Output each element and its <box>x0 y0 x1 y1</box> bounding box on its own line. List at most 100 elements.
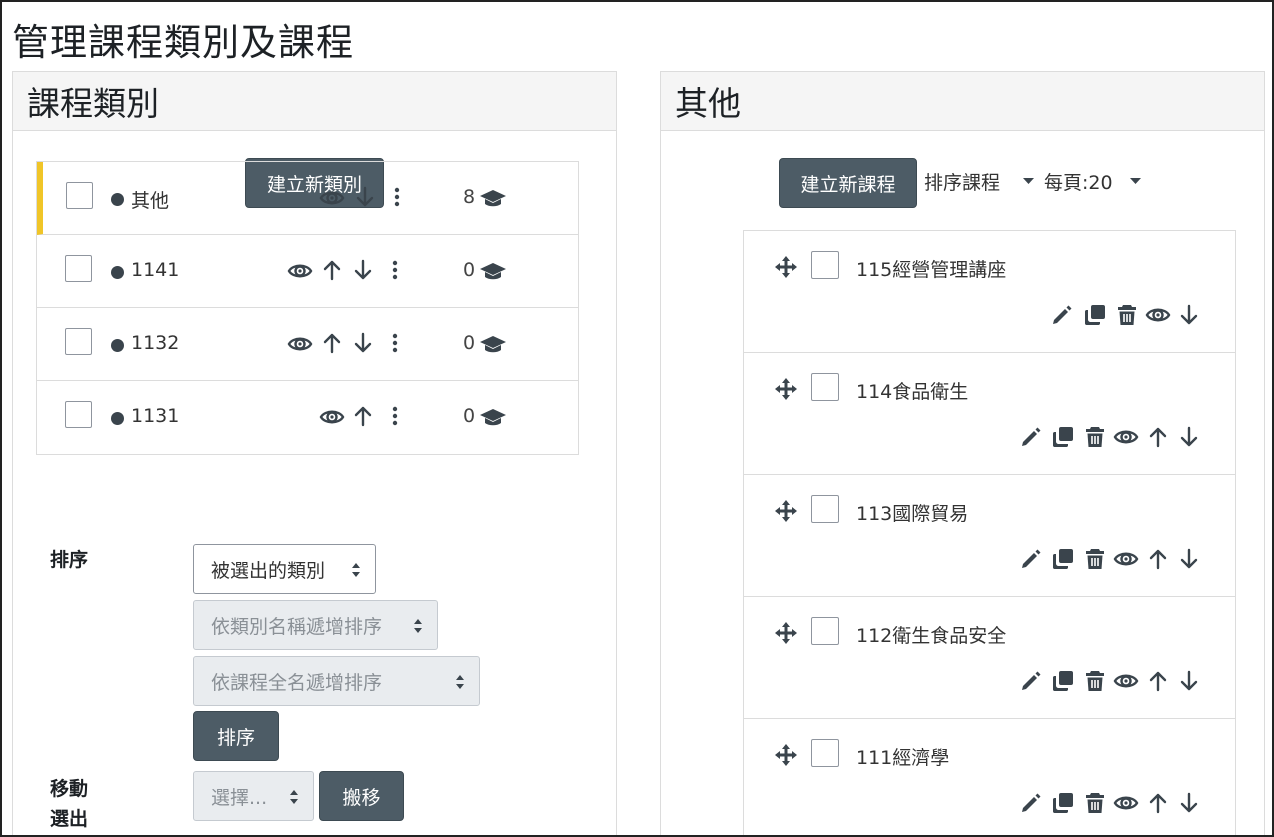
category-name[interactable]: 1141 <box>131 259 179 281</box>
category-name[interactable]: 1131 <box>131 405 179 427</box>
move-handle-icon[interactable] <box>774 743 798 767</box>
edit-icon[interactable] <box>1020 670 1042 692</box>
more-icon[interactable] <box>392 333 398 353</box>
course-sort-select[interactable]: 依課程全名遞增排序 <box>193 656 480 706</box>
arrow-up-icon[interactable] <box>1149 792 1167 814</box>
delete-icon[interactable] <box>1085 426 1105 448</box>
edit-icon[interactable] <box>1051 304 1073 326</box>
move-label-line2: 選出 <box>50 808 89 830</box>
course-row[interactable]: 111經濟學 <box>744 719 1235 835</box>
arrow-up-icon[interactable] <box>1149 670 1167 692</box>
course-sort-controls: 排序課程 每頁:20 <box>924 168 1141 195</box>
course-list: 115經營管理講座 114食品衛生 113國際貿易 112衛生食品安全 111經… <box>743 230 1236 835</box>
category-checkbox[interactable] <box>65 328 92 355</box>
eye-icon[interactable] <box>1113 791 1139 815</box>
more-icon[interactable] <box>394 187 400 207</box>
eye-icon[interactable] <box>319 405 345 429</box>
caret-down-icon[interactable] <box>1129 177 1142 185</box>
eye-icon[interactable] <box>1113 425 1139 449</box>
eye-icon[interactable] <box>319 186 345 210</box>
course-row[interactable]: 114食品衛生 <box>744 353 1235 475</box>
move-target-value: 選擇... <box>211 786 268 809</box>
course-checkbox[interactable] <box>811 495 839 523</box>
course-checkbox[interactable] <box>811 617 839 645</box>
graduation-cap-icon <box>479 334 507 354</box>
arrow-down-icon[interactable] <box>354 332 372 354</box>
arrow-down-icon[interactable] <box>1180 792 1198 814</box>
copy-icon[interactable] <box>1052 670 1074 692</box>
edit-icon[interactable] <box>1020 548 1042 570</box>
category-checkbox[interactable] <box>65 255 92 282</box>
course-row[interactable]: 112衛生食品安全 <box>744 597 1235 719</box>
arrow-up-icon[interactable] <box>1149 548 1167 570</box>
move-target-select[interactable]: 選擇... <box>193 771 314 821</box>
category-name[interactable]: 1132 <box>131 332 179 354</box>
page-frame: 管理課程類別及課程 課程類別 建立新類別 其他 8 1141 0 1132 0 … <box>0 0 1274 837</box>
more-icon[interactable] <box>392 406 398 426</box>
arrow-down-icon[interactable] <box>1180 548 1198 570</box>
category-row[interactable]: 1141 0 <box>37 235 578 308</box>
graduation-cap-icon <box>479 188 507 208</box>
edit-icon[interactable] <box>1020 792 1042 814</box>
move-handle-icon[interactable] <box>774 377 798 401</box>
copy-icon[interactable] <box>1052 792 1074 814</box>
copy-icon[interactable] <box>1084 304 1106 326</box>
eye-icon[interactable] <box>287 332 313 356</box>
category-sort-select[interactable]: 依類別名稱遞增排序 <box>193 600 438 650</box>
course-checkbox[interactable] <box>811 373 839 401</box>
course-sort-value: 依課程全名遞增排序 <box>211 671 383 694</box>
eye-icon[interactable] <box>1113 669 1139 693</box>
arrow-up-icon[interactable] <box>323 332 341 354</box>
eye-icon[interactable] <box>1145 303 1171 327</box>
move-handle-icon[interactable] <box>774 621 798 645</box>
arrow-down-icon[interactable] <box>354 259 372 281</box>
delete-icon[interactable] <box>1085 548 1105 570</box>
updown-caret-icon <box>352 563 360 577</box>
caret-down-icon[interactable] <box>1022 177 1035 185</box>
arrow-up-icon[interactable] <box>354 405 372 427</box>
copy-icon[interactable] <box>1052 426 1074 448</box>
sort-scope-select[interactable]: 被選出的類別 <box>193 544 376 594</box>
course-name[interactable]: 113國際貿易 <box>856 499 968 526</box>
category-row[interactable]: 1131 0 <box>37 381 578 454</box>
eye-icon[interactable] <box>1113 547 1139 571</box>
move-handle-icon[interactable] <box>774 255 798 279</box>
arrow-up-icon[interactable] <box>1149 426 1167 448</box>
category-checkbox[interactable] <box>66 182 93 209</box>
course-name[interactable]: 111經濟學 <box>856 743 949 770</box>
category-checkbox[interactable] <box>65 401 92 428</box>
graduation-cap-icon <box>479 407 507 427</box>
delete-icon[interactable] <box>1117 304 1137 326</box>
per-page-dropdown[interactable]: 每頁:20 <box>1044 168 1113 195</box>
bullet-icon <box>111 412 124 425</box>
category-row[interactable]: 其他 8 <box>37 162 578 235</box>
arrow-up-icon[interactable] <box>323 259 341 281</box>
course-name[interactable]: 112衛生食品安全 <box>856 621 1006 648</box>
course-row[interactable]: 115經營管理講座 <box>744 231 1235 353</box>
copy-icon[interactable] <box>1052 548 1074 570</box>
sort-button[interactable]: 排序 <box>193 711 279 761</box>
course-name[interactable]: 114食品衛生 <box>856 377 968 404</box>
arrow-down-icon[interactable] <box>356 186 374 208</box>
arrow-down-icon[interactable] <box>1180 426 1198 448</box>
category-row[interactable]: 1132 0 <box>37 308 578 381</box>
eye-icon[interactable] <box>287 259 313 283</box>
delete-icon[interactable] <box>1085 670 1105 692</box>
move-handle-icon[interactable] <box>774 499 798 523</box>
arrow-down-icon[interactable] <box>1180 670 1198 692</box>
course-checkbox[interactable] <box>811 739 839 767</box>
move-button[interactable]: 搬移 <box>319 771 404 821</box>
course-checkbox[interactable] <box>811 251 839 279</box>
move-label-line1: 移動 <box>50 778 89 800</box>
course-row[interactable]: 113國際貿易 <box>744 475 1235 597</box>
bullet-icon <box>111 266 124 279</box>
category-name[interactable]: 其他 <box>131 186 169 213</box>
edit-icon[interactable] <box>1020 426 1042 448</box>
more-icon[interactable] <box>392 260 398 280</box>
delete-icon[interactable] <box>1085 792 1105 814</box>
arrow-down-icon[interactable] <box>1180 304 1198 326</box>
create-course-button[interactable]: 建立新課程 <box>779 158 917 208</box>
course-name[interactable]: 115經營管理講座 <box>856 255 1006 282</box>
category-sort-value: 依類別名稱遞增排序 <box>211 615 383 638</box>
sort-courses-dropdown[interactable]: 排序課程 <box>924 172 1000 194</box>
